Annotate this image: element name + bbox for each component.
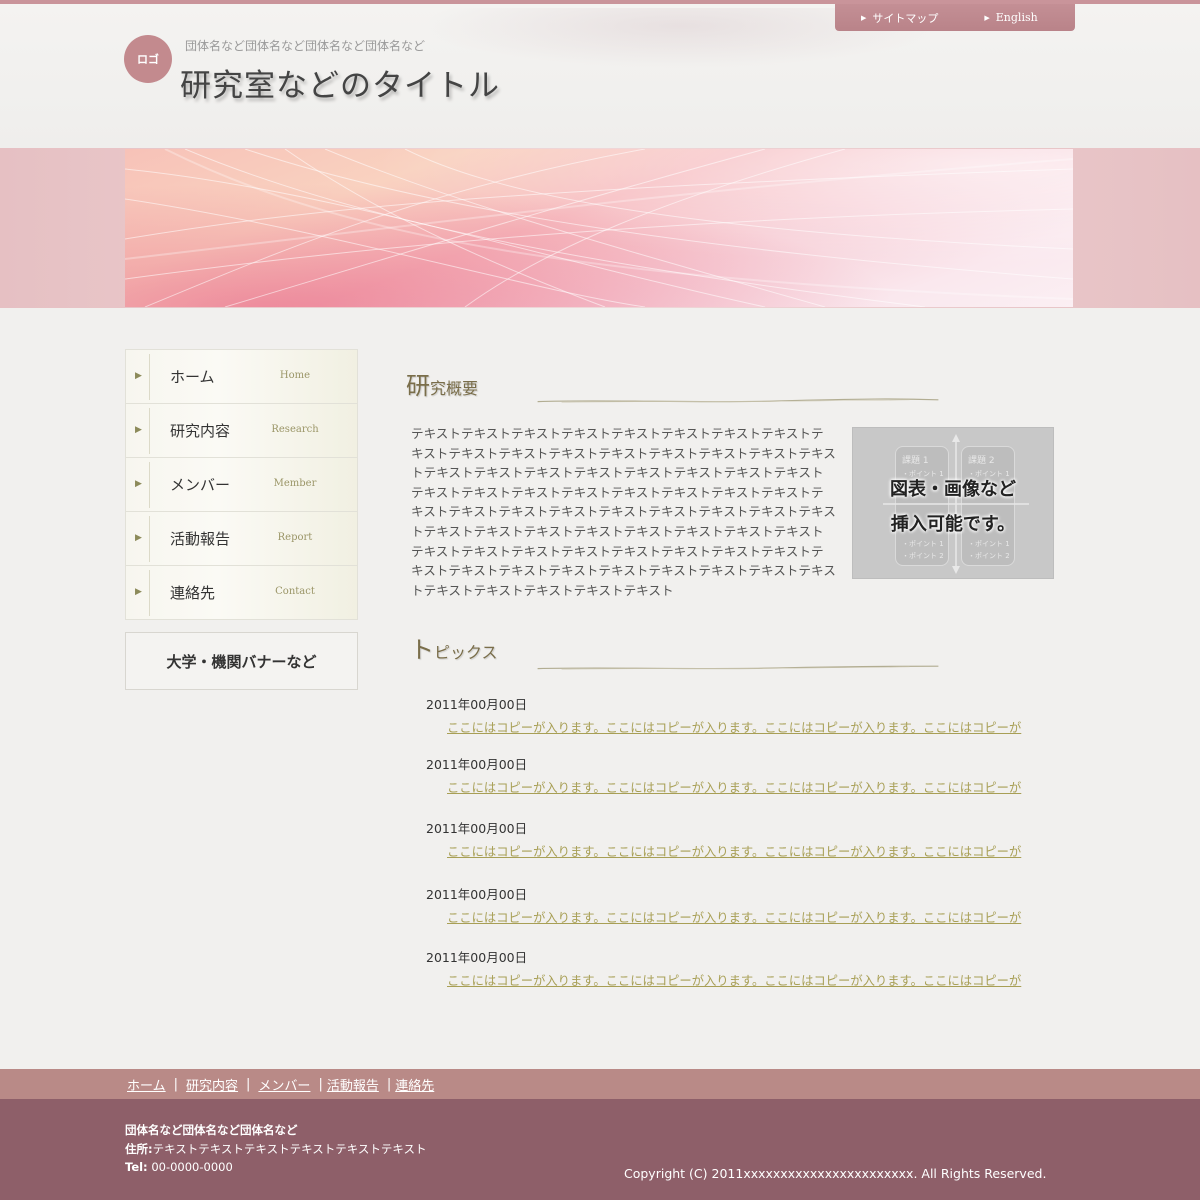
- footer-tel: 00-0000-0000: [151, 1160, 233, 1174]
- sidebar-item-report[interactable]: ▶ 活動報告 Report: [125, 511, 358, 566]
- footer-link-home[interactable]: ホーム: [127, 1075, 166, 1094]
- topics-heading-initial: ト: [410, 636, 434, 664]
- sidebar-item-label: 研究内容: [170, 422, 231, 440]
- divider: [149, 462, 150, 508]
- footer-link-research[interactable]: 研究内容: [186, 1075, 238, 1094]
- topic-item: 2011年00月00日 ここにはコピーが入ります。ここにはコピーが入ります。ここ…: [426, 754, 1021, 795]
- overview-figure-image: 課題 1 ・ポイント 1 ・ポイント 1 ・ポイント 2 課題 2 ・ポイント …: [852, 427, 1054, 579]
- sidebar-item-home[interactable]: ▶ ホーム Home: [125, 349, 358, 404]
- topic-date: 2011年00月00日: [426, 950, 528, 965]
- footer-nav-links: ホーム | 研究内容 | メンバー | 活動報告 | 連絡先: [127, 1075, 434, 1094]
- university-banner-label: 大学・機関バナーなど: [166, 652, 317, 671]
- topic-date: 2011年00月00日: [426, 887, 528, 902]
- footer-nav: ホーム | 研究内容 | メンバー | 活動報告 | 連絡先: [0, 1069, 1200, 1099]
- figure-caption-line1: 図表・画像など: [890, 479, 1016, 500]
- logo[interactable]: ロゴ: [124, 35, 172, 83]
- footer: 団体名など団体名など団体名など 住所:テキストテキストテキストテキストテキストテ…: [0, 1099, 1200, 1200]
- sitemap-label: サイトマップ: [872, 11, 939, 25]
- top-links: ▶ サイトマップ ▶ English: [835, 4, 1075, 31]
- overview-heading-rule: [537, 398, 939, 403]
- topic-item: 2011年00月00日 ここにはコピーが入ります。ここにはコピーが入ります。ここ…: [426, 947, 1021, 988]
- triangle-right-icon: ▶: [861, 13, 867, 22]
- topic-date: 2011年00月00日: [426, 821, 528, 836]
- footer-link-report[interactable]: 活動報告: [327, 1075, 379, 1094]
- topics-heading-rest: ピックス: [434, 643, 498, 662]
- figure-caption-line2: 挿入可能です。: [890, 514, 1016, 535]
- triangle-right-icon: ▶: [135, 533, 142, 543]
- topic-item: 2011年00月00日 ここにはコピーが入ります。ここにはコピーが入ります。ここ…: [426, 884, 1021, 925]
- divider: |: [173, 1077, 179, 1092]
- overview-heading-rest: 究概要: [430, 379, 479, 398]
- sitemap-link[interactable]: ▶ サイトマップ: [861, 10, 938, 26]
- footer-tel-label: Tel:: [125, 1160, 148, 1174]
- sidebar-item-research[interactable]: ▶ 研究内容 Research: [125, 403, 358, 458]
- sidebar-item-label: ホーム: [170, 368, 215, 386]
- copyright: Copyright (C) 2011xxxxxxxxxxxxxxxxxxxxxx…: [624, 1166, 1047, 1181]
- sidebar-item-sublabel: Member: [273, 478, 317, 489]
- topic-link[interactable]: ここにはコピーが入ります。ここにはコピーが入ります。ここにはコピーが入ります。こ…: [447, 718, 1021, 736]
- topic-item: 2011年00月00日 ここにはコピーが入ります。ここにはコピーが入ります。ここ…: [426, 694, 1021, 735]
- sidebar-item-label: 連絡先: [170, 584, 216, 602]
- sidebar-item-sublabel: Research: [271, 424, 319, 435]
- triangle-right-icon: ▶: [135, 587, 142, 597]
- logo-label: ロゴ: [137, 53, 159, 66]
- hero-banner-image: [125, 149, 1073, 307]
- divider: [149, 516, 150, 562]
- sidebar-item-member[interactable]: ▶ メンバー Member: [125, 457, 358, 512]
- overview-heading-initial: 研: [406, 372, 430, 400]
- triangle-right-icon: ▶: [984, 13, 990, 22]
- footer-org: 団体名など団体名など団体名など: [125, 1123, 298, 1137]
- english-label: English: [995, 11, 1038, 24]
- divider: |: [318, 1077, 323, 1092]
- topic-link[interactable]: ここにはコピーが入ります。ここにはコピーが入ります。ここにはコピーが入ります。こ…: [447, 971, 1021, 989]
- footer-info: 団体名など団体名など団体名など 住所:テキストテキストテキストテキストテキストテ…: [125, 1121, 427, 1177]
- site-title: 研究室などのタイトル: [180, 68, 500, 104]
- triangle-right-icon: ▶: [135, 479, 142, 489]
- banner-strands: [125, 149, 1073, 307]
- divider: [149, 354, 150, 400]
- footer-address-label: 住所:: [125, 1141, 153, 1156]
- sidebar-item-sublabel: Report: [277, 532, 313, 543]
- divider: [149, 408, 150, 454]
- topic-link[interactable]: ここにはコピーが入ります。ここにはコピーが入ります。ここにはコピーが入ります。こ…: [447, 778, 1021, 796]
- sidebar-item-sublabel: Contact: [275, 586, 315, 597]
- triangle-right-icon: ▶: [135, 371, 142, 381]
- figure-arrows: [883, 434, 1029, 574]
- triangle-right-icon: ▶: [135, 425, 142, 435]
- english-link[interactable]: ▶ English: [984, 11, 1037, 24]
- org-name: 団体名など団体名など団体名など団体名など: [185, 39, 426, 53]
- footer-link-contact[interactable]: 連絡先: [395, 1075, 434, 1094]
- sidebar-item-label: メンバー: [170, 476, 231, 494]
- university-banner[interactable]: 大学・機関バナーなど: [125, 632, 358, 690]
- topic-item: 2011年00月00日 ここにはコピーが入ります。ここにはコピーが入ります。ここ…: [426, 818, 1021, 859]
- topic-date: 2011年00月00日: [426, 757, 528, 772]
- topics-heading: トピックス: [410, 630, 498, 665]
- sidebar-item-contact[interactable]: ▶ 連絡先 Contact: [125, 565, 358, 620]
- divider: [149, 570, 150, 616]
- topic-link[interactable]: ここにはコピーが入ります。ここにはコピーが入ります。ここにはコピーが入ります。こ…: [447, 908, 1021, 926]
- sidebar-item-sublabel: Home: [279, 370, 311, 381]
- divider: |: [246, 1077, 251, 1092]
- topic-date: 2011年00月00日: [426, 697, 528, 712]
- topic-link[interactable]: ここにはコピーが入ります。ここにはコピーが入ります。ここにはコピーが入ります。こ…: [447, 842, 1021, 860]
- overview-body: テキストテキストテキストテキストテキストテキストテキストテキストテキストテキスト…: [411, 426, 836, 598]
- overview-heading: 研究概要: [406, 366, 478, 401]
- topics-heading-rule: [537, 665, 939, 670]
- footer-link-member[interactable]: メンバー: [258, 1075, 310, 1094]
- footer-address: テキストテキストテキストテキストテキストテキスト: [152, 1141, 427, 1156]
- sidebar-item-label: 活動報告: [170, 530, 231, 548]
- divider: |: [386, 1077, 392, 1092]
- sidebar-nav: ▶ ホーム Home ▶ 研究内容 Research ▶ メンバー Member…: [125, 349, 358, 620]
